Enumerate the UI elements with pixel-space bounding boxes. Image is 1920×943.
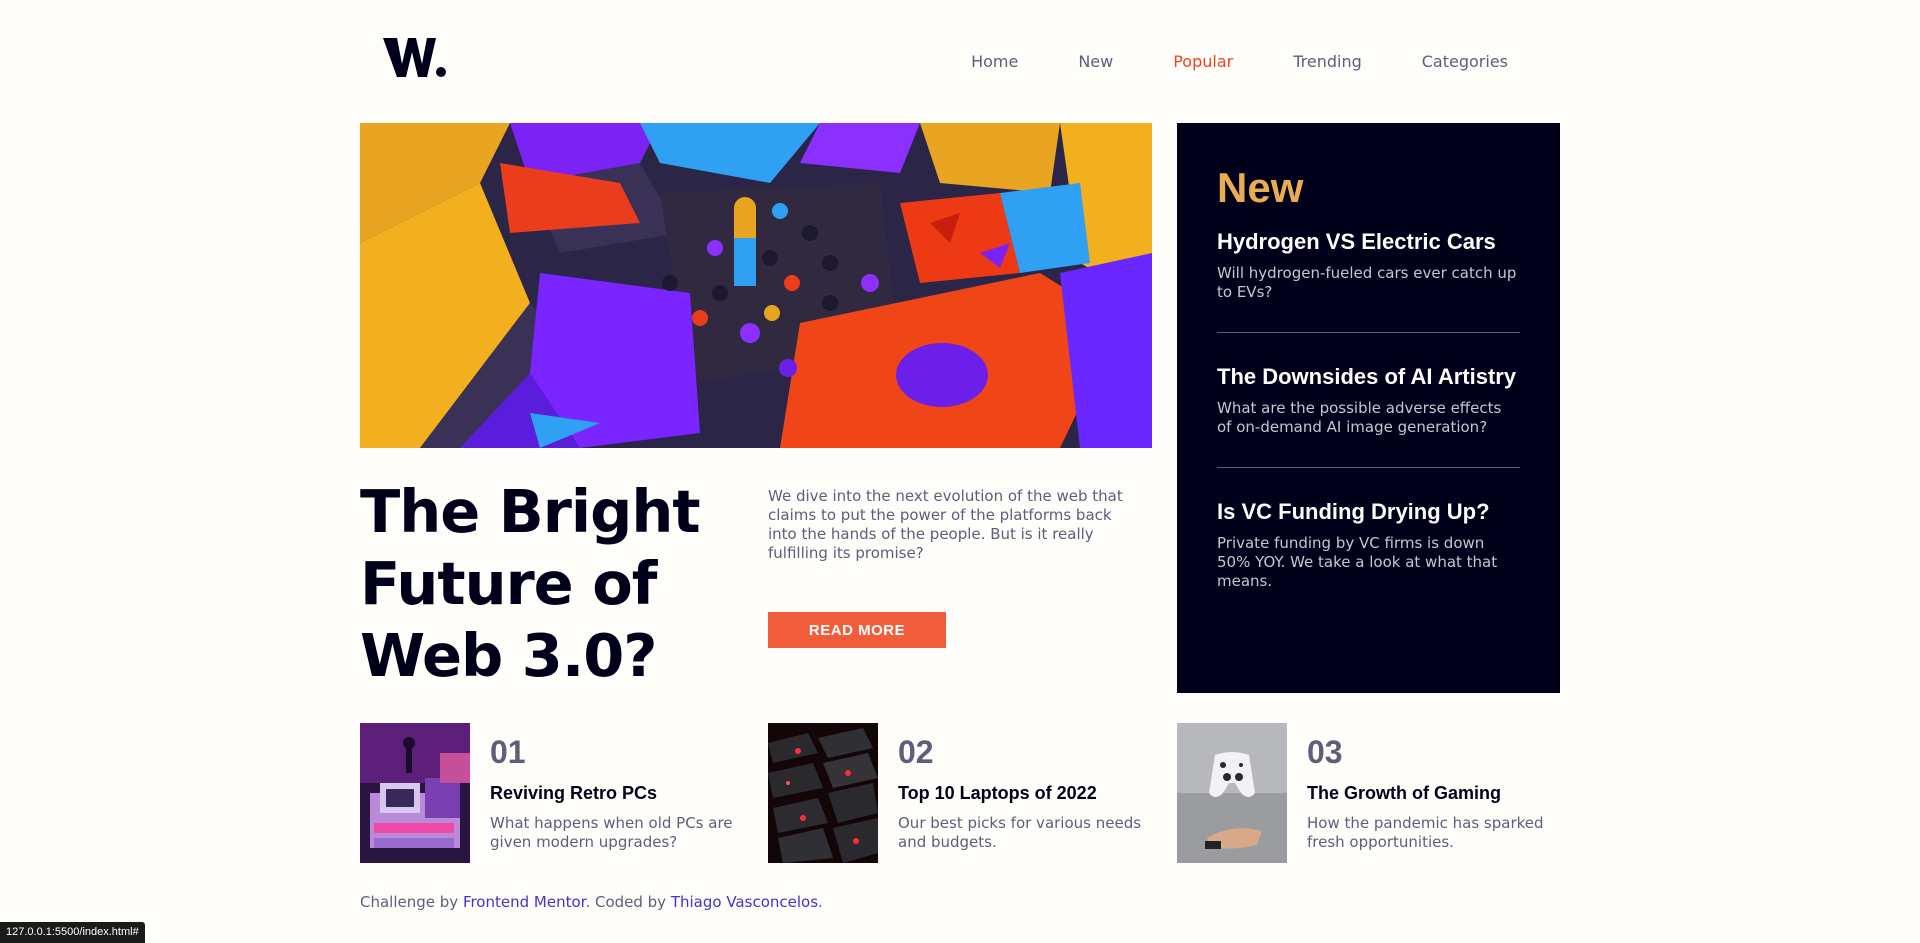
new-item-desc: Private funding by VC firms is down 50% …	[1217, 534, 1498, 590]
article-desc: How the pandemic has sparked fresh oppor…	[1307, 814, 1544, 851]
frontend-mentor-link[interactable]: Frontend Mentor	[463, 893, 586, 911]
new-item[interactable]: Is VC Funding Drying Up? Private funding…	[1217, 498, 1520, 621]
article-title[interactable]: Reviving Retro PCs	[490, 782, 657, 804]
attribution-suffix: .	[818, 893, 823, 911]
retro-pcs-thumbnail[interactable]	[360, 723, 470, 863]
article-number: 03	[1307, 734, 1343, 770]
article-title[interactable]: Top 10 Laptops of 2022	[898, 782, 1097, 804]
article-item[interactable]: 02 Top 10 Laptops of 2022 Our best picks…	[768, 723, 1148, 863]
article-title[interactable]: The Growth of Gaming	[1307, 782, 1501, 804]
gaming-thumbnail[interactable]	[1177, 723, 1287, 863]
article-item[interactable]: 03 The Growth of Gaming How the pandemic…	[1177, 723, 1557, 863]
read-more-button[interactable]: READ MORE	[768, 612, 946, 648]
page: Home New Popular Trending Categories The…	[360, 0, 1560, 943]
author-link[interactable]: Thiago Vasconcelos	[671, 893, 818, 911]
new-heading: New	[1217, 164, 1304, 211]
new-item-desc: Will hydrogen-fueled cars ever catch up …	[1217, 264, 1517, 301]
main-nav: Home New Popular Trending Categories	[911, 52, 1508, 72]
new-item-desc: What are the possible adverse effects of…	[1217, 399, 1502, 436]
new-item[interactable]: The Downsides of AI Artistry What are th…	[1217, 363, 1520, 468]
article-desc: Our best picks for various needs and bud…	[898, 814, 1142, 851]
article-number: 02	[898, 734, 934, 770]
nav-trending[interactable]: Trending	[1293, 52, 1362, 72]
new-articles-panel: New Hydrogen VS Electric Cars Will hydro…	[1177, 123, 1560, 693]
new-item[interactable]: Hydrogen VS Electric Cars Will hydrogen-…	[1217, 228, 1520, 333]
new-item-title[interactable]: Is VC Funding Drying Up?	[1217, 498, 1520, 525]
nav-categories[interactable]: Categories	[1422, 52, 1508, 72]
w-logo-icon[interactable]	[383, 36, 447, 79]
laptops-thumbnail[interactable]	[768, 723, 878, 863]
article-item[interactable]: 01 Reviving Retro PCs What happens when …	[360, 723, 740, 863]
hero-title: The Bright Future of Web 3.0?	[360, 477, 701, 690]
hero-description: We dive into the next evolution of the w…	[768, 487, 1123, 562]
nav-popular[interactable]: Popular	[1173, 52, 1233, 72]
hero-image	[360, 123, 1152, 448]
browser-status-url: 127.0.0.1:5500/index.html#	[0, 922, 145, 943]
new-item-title[interactable]: The Downsides of AI Artistry	[1217, 363, 1520, 390]
attribution-prefix: Challenge by	[360, 893, 463, 911]
attribution: Challenge by Frontend Mentor. Coded by T…	[360, 893, 823, 911]
attribution-middle: . Coded by	[585, 893, 671, 911]
article-desc: What happens when old PCs are given mode…	[490, 814, 733, 851]
article-number: 01	[490, 734, 526, 770]
nav-home[interactable]: Home	[971, 52, 1018, 72]
new-item-title[interactable]: Hydrogen VS Electric Cars	[1217, 228, 1520, 255]
nav-new[interactable]: New	[1078, 52, 1113, 72]
